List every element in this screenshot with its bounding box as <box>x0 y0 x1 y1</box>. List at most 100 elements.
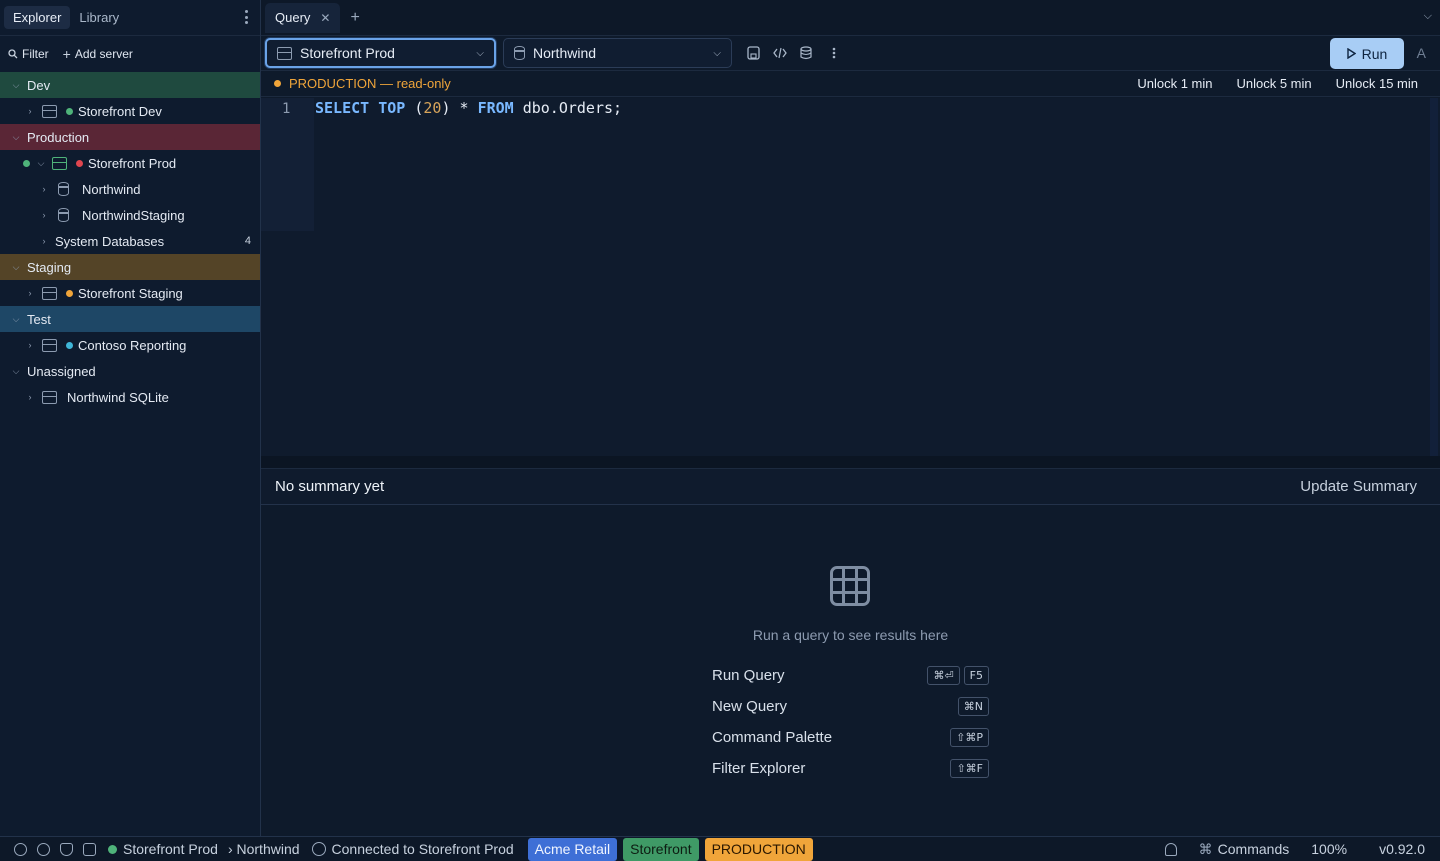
tab-bar: Query ✕ + ⌵ <box>261 0 1440 36</box>
server-storefront-staging[interactable]: › Storefront Staging <box>0 280 260 306</box>
close-icon[interactable]: ✕ <box>320 11 330 25</box>
shortcut-filter-explorer[interactable]: Filter Explorer ⇧⌘F <box>712 753 989 784</box>
filter-button[interactable]: Filter <box>8 47 49 61</box>
tab-explorer[interactable]: Explorer <box>4 6 71 29</box>
server-select-value: Storefront Prod <box>300 45 395 61</box>
chevron-down-icon[interactable]: ⌵ <box>1424 10 1432 23</box>
tag-storefront[interactable]: Storefront <box>623 837 699 861</box>
pane-splitter[interactable] <box>261 456 1440 469</box>
unlock-5-button[interactable]: Unlock 5 min <box>1236 76 1311 91</box>
command-key-icon: ⌘ <box>1198 840 1213 857</box>
server-icon <box>52 156 67 170</box>
group-production[interactable]: ⌵ Production <box>0 124 260 150</box>
run-label: Run <box>1361 45 1388 62</box>
group-label: Dev <box>27 77 51 93</box>
key-hint: F5 <box>963 666 989 685</box>
database-northwindstaging[interactable]: › NorthwindStaging <box>0 202 260 228</box>
keyword-from: FROM <box>477 99 514 117</box>
activity-icon[interactable] <box>83 842 96 856</box>
account-icon[interactable] <box>14 842 27 856</box>
production-banner: PRODUCTION — read-only Unlock 1 min Unlo… <box>261 71 1440 97</box>
server-storefront-prod[interactable]: ⌵ Storefront Prod <box>0 150 260 176</box>
shortcut-command-palette[interactable]: Command Palette ⇧⌘P <box>712 722 989 753</box>
code-rest: ) * <box>441 99 478 117</box>
system-databases-count: 4 <box>244 235 251 247</box>
shortcut-list: Run Query ⌘⏎ F5 New Query ⌘N Command Pale… <box>712 660 989 784</box>
editor-scrollbar[interactable] <box>1430 98 1438 456</box>
key-hint: ⌘N <box>957 697 989 716</box>
chevron-right-icon: › <box>42 184 46 194</box>
sql-editor[interactable]: 1 SELECT TOP (20) * FROM dbo.Orders; <box>261 98 1440 456</box>
commands-button[interactable]: ⌘ Commands <box>1199 841 1290 858</box>
code-table: dbo.Orders; <box>513 99 623 117</box>
gear-icon[interactable] <box>37 842 50 856</box>
toolbar-trailing-label[interactable]: A <box>1417 45 1426 61</box>
keyword-top: TOP <box>378 99 406 117</box>
server-northwind-sqlite[interactable]: › Northwind SQLite <box>0 384 260 410</box>
group-label: Production <box>27 129 90 145</box>
chevron-right-icon: › <box>28 288 32 298</box>
tab-query[interactable]: Query ✕ <box>265 2 341 33</box>
shortcut-label: New Query <box>712 698 788 715</box>
table-grid-icon <box>830 566 870 606</box>
system-databases[interactable]: › System Databases 4 <box>0 228 260 254</box>
code-icon[interactable] <box>773 46 787 60</box>
server-label: Storefront Prod <box>88 155 177 171</box>
unlock-1-button[interactable]: Unlock 1 min <box>1137 76 1212 91</box>
connection-status[interactable]: Storefront Prod › Northwind Connected to… <box>108 841 514 857</box>
chevron-down-icon: ⌵ <box>12 79 20 90</box>
more-vertical-icon[interactable] <box>827 46 841 60</box>
server-contoso-reporting[interactable]: › Contoso Reporting <box>0 332 260 358</box>
summary-text: No summary yet <box>275 478 385 495</box>
group-unassigned[interactable]: ⌵ Unassigned <box>0 358 260 384</box>
update-summary-button[interactable]: Update Summary <box>1300 478 1417 495</box>
server-label: Contoso Reporting <box>78 337 187 353</box>
tag-acme-retail[interactable]: Acme Retail <box>527 837 618 861</box>
add-server-label: Add server <box>74 47 133 61</box>
chevron-right-icon: › <box>28 106 32 116</box>
group-staging[interactable]: ⌵ Staging <box>0 254 260 280</box>
chevron-down-icon: ⌵ <box>12 131 20 142</box>
bell-icon[interactable] <box>1164 842 1177 856</box>
status-dot <box>66 341 73 349</box>
line-number: 1 <box>282 101 291 117</box>
key-hint: ⇧⌘P <box>950 728 989 747</box>
database-select[interactable]: Northwind ⌵ <box>503 38 732 68</box>
status-bar: Storefront Prod › Northwind Connected to… <box>0 836 1440 861</box>
database-label: Northwind <box>82 181 141 197</box>
add-server-button[interactable]: + Add server <box>63 46 133 62</box>
shortcut-new-query[interactable]: New Query ⌘N <box>712 691 989 722</box>
tab-library[interactable]: Library <box>70 6 128 29</box>
code-line[interactable]: SELECT TOP (20) * FROM dbo.Orders; <box>315 99 622 117</box>
more-options-icon[interactable] <box>244 10 248 24</box>
chevron-down-icon: ⌵ <box>12 365 20 376</box>
connected-dot <box>108 844 117 854</box>
filter-label: Filter <box>22 47 49 61</box>
shield-icon[interactable] <box>60 842 73 856</box>
database-northwind[interactable]: › Northwind <box>0 176 260 202</box>
zoom-level[interactable]: 100% <box>1311 841 1347 857</box>
database-select-value: Northwind <box>533 45 597 61</box>
server-storefront-dev[interactable]: › Storefront Dev <box>0 98 260 124</box>
status-dot <box>76 159 83 167</box>
new-tab-icon[interactable]: + <box>350 9 359 27</box>
status-database: › Northwind <box>227 841 300 857</box>
chevron-right-icon: › <box>28 340 32 350</box>
unlock-15-button[interactable]: Unlock 15 min <box>1336 76 1418 91</box>
tag-production[interactable]: PRODUCTION <box>704 837 813 861</box>
shortcut-label: Filter Explorer <box>712 760 806 777</box>
group-dev[interactable]: ⌵ Dev <box>0 72 260 98</box>
group-test[interactable]: ⌵ Test <box>0 306 260 332</box>
line-gutter: 1 <box>261 98 314 231</box>
search-icon <box>8 49 18 59</box>
database-settings-icon[interactable] <box>800 46 814 60</box>
database-icon <box>58 208 69 222</box>
keyword-select: SELECT <box>315 99 370 117</box>
run-button[interactable]: Run <box>1330 38 1404 69</box>
server-select[interactable]: Storefront Prod ⌵ <box>265 38 496 68</box>
toolbar-icons <box>746 46 841 60</box>
save-icon[interactable] <box>746 46 760 60</box>
shortcut-run-query[interactable]: Run Query ⌘⏎ F5 <box>712 660 989 691</box>
group-label: Test <box>27 311 51 327</box>
tab-label: Query <box>275 10 311 25</box>
